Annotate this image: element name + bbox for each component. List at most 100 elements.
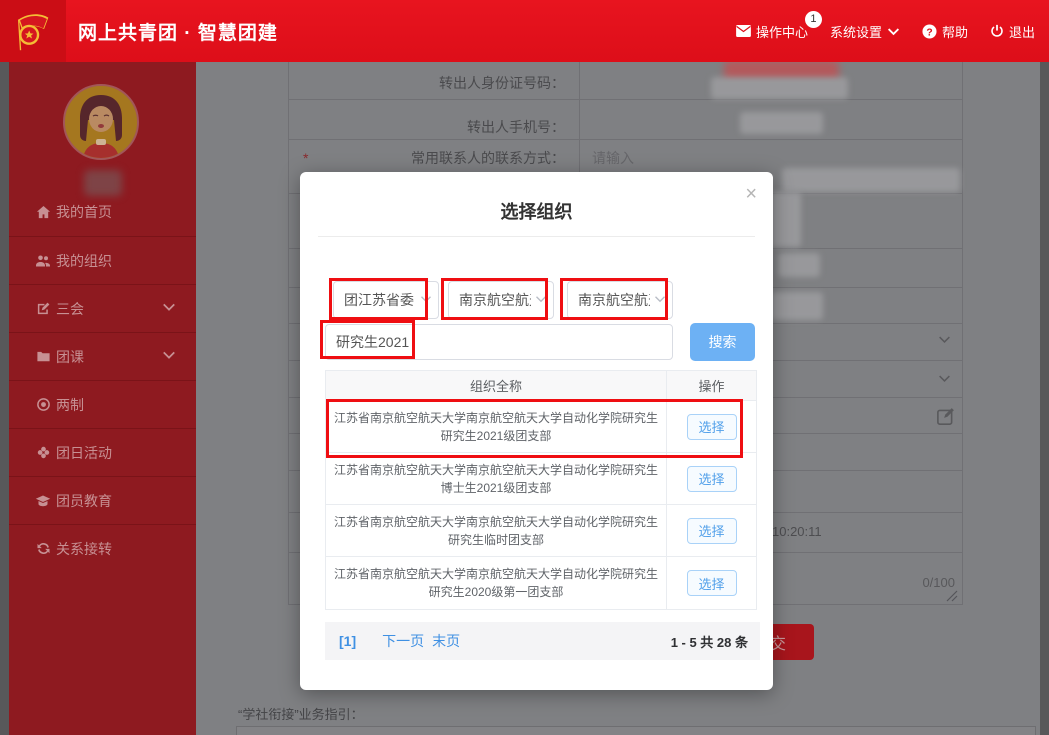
organization-table: 组织全称 操作 江苏省南京航空航天大学南京航空航天大学自动化学院研究生研究生20… [325, 370, 757, 610]
form-label-phone: 转出人手机号： [467, 119, 565, 135]
sidebar-item-label: 三会 [56, 300, 84, 317]
chevron-down-icon [162, 300, 176, 317]
users-icon [35, 253, 51, 269]
sidebar-item-member-education[interactable]: 团员教育 [9, 476, 196, 524]
form-row-line [288, 99, 963, 100]
nav-help[interactable]: ? 帮助 [922, 22, 968, 41]
sidebar-item-label: 团员教育 [56, 492, 112, 509]
chevron-down-icon [535, 292, 547, 308]
sidebar-item-league-class[interactable]: 团课 [9, 332, 196, 380]
pagination: [1] 下一页 末页 1 - 5 共 28 条 [325, 622, 760, 660]
censored-value [778, 253, 820, 277]
sidebar-item-label: 两制 [56, 396, 84, 413]
search-button[interactable]: 搜索 [690, 323, 755, 361]
sidebar-item-two-systems[interactable]: 两制 [9, 380, 196, 428]
next-page-link[interactable]: 下一页 [382, 631, 424, 651]
nav-label: 退出 [1008, 24, 1035, 40]
pagination-summary: 1 - 5 共 28 条 [670, 634, 748, 650]
table-row: 江苏省南京航空航天大学南京航空航天大学自动化学院研究生研究生2021级团支部 选… [326, 401, 756, 453]
table-row: 江苏省南京航空航天大学南京航空航天大学自动化学院研究生博士生2021级团支部 选… [326, 453, 756, 505]
svg-text:?: ? [926, 27, 932, 38]
select-value: 南京航空航天 [459, 292, 531, 308]
table-header: 组织全称 操作 [326, 371, 756, 401]
app-title: 网上共青团 · 智慧团建 [78, 22, 278, 44]
org-name: 江苏省南京航空航天大学南京航空航天大学自动化学院研究生研究生临时团支部 [326, 505, 667, 556]
select-org-button[interactable]: 选择 [686, 413, 737, 440]
sidebar-item-relationship-transfer[interactable]: 关系接转 [9, 524, 196, 572]
select-org-button[interactable]: 选择 [686, 517, 737, 544]
home-icon [35, 204, 51, 220]
modal-title: 选择组织 [500, 202, 573, 222]
guide-box [236, 726, 1036, 735]
notification-badge: 1 [804, 10, 822, 28]
transfer-arrows-icon [35, 541, 51, 557]
app-window: 转出人身份证号码： 转出人手机号： * 常用联系人的联系方式： 10:20:11… [0, 0, 1049, 735]
org-level3-select[interactable]: 南京航空航天 [567, 281, 673, 319]
org-level2-select[interactable]: 南京航空航天 [448, 281, 554, 319]
close-icon[interactable]: × [745, 184, 757, 204]
sidebar-item-label: 关系接转 [56, 540, 112, 557]
censored-value [711, 77, 848, 99]
sidebar-item-label: 团日活动 [56, 444, 112, 461]
app-logo [0, 0, 66, 62]
chevron-down-icon[interactable] [938, 333, 951, 351]
sidebar: 我的首页 我的组织 三会 团课 两制 团日活动 团员教育 关系接转 [9, 62, 196, 735]
sidebar-item-meetings[interactable]: 三会 [9, 284, 196, 332]
top-nav: 操作中心 1 系统设置 ? 帮助 退出 [736, 0, 1035, 62]
censored-value [740, 112, 823, 134]
org-search-input[interactable] [325, 324, 673, 360]
chevron-down-icon [162, 348, 176, 365]
column-header-action: 操作 [698, 379, 725, 394]
sidebar-menu: 我的首页 我的组织 三会 团课 两制 团日活动 团员教育 关系接转 [9, 188, 196, 572]
nav-label: 操作中心 [755, 24, 808, 40]
select-organization-modal: 选择组织 × 团江苏省委 南京航空航天 南京航空航天 搜索 组织全称 [300, 172, 773, 690]
org-name: 江苏省南京航空航天大学南京航空航天大学自动化学院研究生研究生2021级团支部 [326, 401, 667, 452]
pinwheel-icon [35, 445, 51, 461]
sidebar-item-home[interactable]: 我的首页 [9, 188, 196, 236]
modal-divider [318, 236, 755, 237]
select-value: 团江苏省委 [344, 292, 414, 308]
last-page-link[interactable]: 末页 [432, 631, 460, 651]
nav-action-center[interactable]: 操作中心 1 [736, 10, 822, 41]
form-label-contact: 常用联系人的联系方式： [411, 150, 565, 166]
power-icon [990, 24, 1004, 38]
table-row: 江苏省南京航空航天大学南京航空航天大学自动化学院研究生研究生临时团支部 选择 [326, 505, 756, 557]
chevron-down-icon[interactable] [938, 372, 951, 390]
sidebar-item-label: 我的组织 [56, 252, 112, 269]
chevron-down-icon [654, 292, 666, 308]
nav-label: 帮助 [941, 24, 968, 40]
left-edge-strip [0, 62, 9, 735]
bullseye-icon [35, 397, 51, 413]
column-header-name: 组织全称 [326, 371, 667, 400]
league-emblem-icon [17, 14, 49, 51]
folder-icon [35, 349, 51, 365]
contact-input[interactable] [592, 146, 752, 170]
nav-system-settings[interactable]: 系统设置 [830, 22, 900, 41]
avatar-illustration [65, 86, 137, 158]
sidebar-item-league-day[interactable]: 团日活动 [9, 428, 196, 476]
org-name: 江苏省南京航空航天大学南京航空航天大学自动化学院研究生研究生2020级第一团支部 [326, 557, 667, 609]
org-level1-select[interactable]: 团江苏省委 [333, 281, 439, 319]
sidebar-item-organization[interactable]: 我的组织 [9, 236, 196, 284]
sidebar-item-label: 我的首页 [56, 204, 112, 220]
nav-logout[interactable]: 退出 [990, 22, 1035, 41]
char-counter: 0/100 [922, 575, 955, 590]
org-name: 江苏省南京航空航天大学南京航空航天大学自动化学院研究生博士生2021级团支部 [326, 453, 667, 504]
resize-handle-icon[interactable] [946, 589, 958, 607]
envelope-icon [736, 25, 751, 37]
table-row: 江苏省南京航空航天大学南京航空航天大学自动化学院研究生研究生2020级第一团支部… [326, 557, 756, 609]
app-header: 网上共青团 · 智慧团建 操作中心 1 系统设置 ? 帮助 退出 [0, 0, 1049, 62]
edit-pencil-icon[interactable] [936, 406, 956, 431]
chevron-down-icon [420, 292, 432, 308]
current-page[interactable]: [1] [339, 633, 356, 649]
nav-label: 系统设置 [829, 24, 882, 40]
edit-square-icon [35, 301, 51, 317]
form-label-id-number: 转出人身份证号码： [439, 75, 565, 91]
select-value: 南京航空航天 [578, 292, 650, 308]
select-org-button[interactable]: 选择 [686, 570, 737, 596]
avatar [63, 84, 139, 160]
right-edge-strip [1040, 62, 1049, 735]
censored-value [782, 168, 960, 192]
select-org-button[interactable]: 选择 [686, 465, 737, 492]
censored-value [771, 192, 801, 247]
